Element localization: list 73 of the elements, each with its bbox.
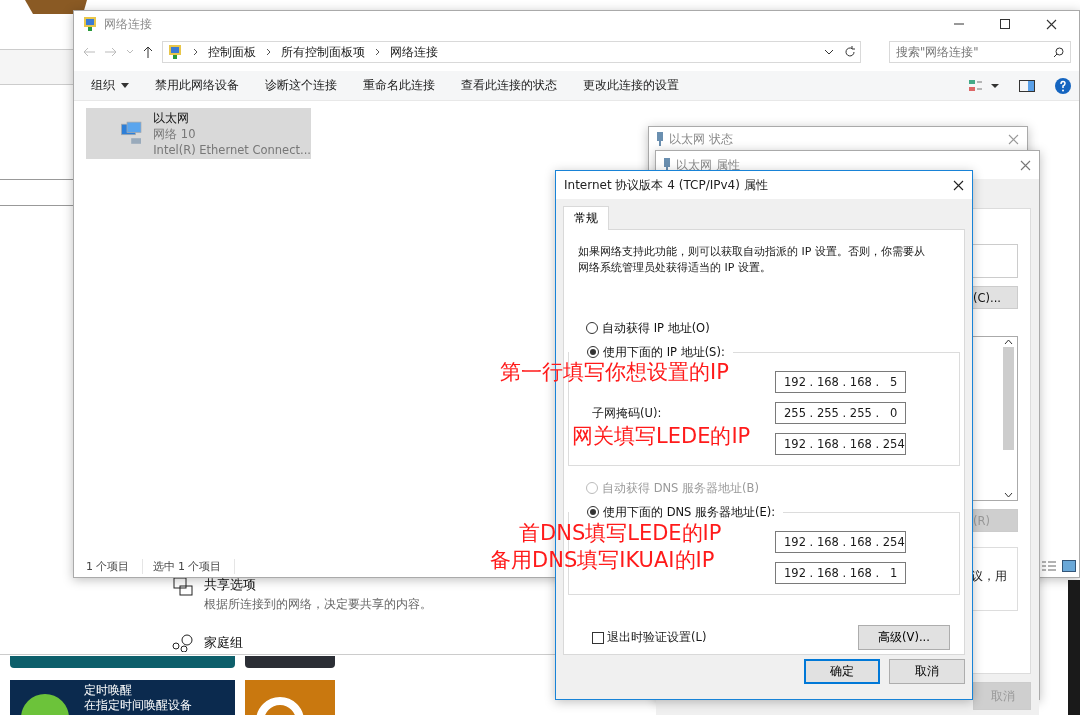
dialog-button[interactable]: 取消 <box>889 659 965 684</box>
toolbar-command[interactable]: 更改此连接的设置 <box>574 78 688 93</box>
large-icons-view-icon[interactable] <box>1062 560 1076 572</box>
connection-item[interactable]: 以太网 网络 10 Intel(R) Ethernet Connect... <box>86 108 311 159</box>
field-label: 子网掩码(U): <box>592 405 662 420</box>
toolbar-command[interactable]: 诊断这个连接 <box>256 78 346 93</box>
configure-button[interactable]: (C)... <box>970 286 1018 309</box>
maximize-icon[interactable] <box>1000 19 1010 29</box>
network-icon <box>167 44 183 60</box>
view-options-icon[interactable] <box>969 78 999 93</box>
preview-pane-icon[interactable] <box>1019 79 1035 92</box>
tile[interactable] <box>10 656 235 668</box>
scrollbar-thumb[interactable] <box>1003 347 1014 450</box>
printer-folder-icon <box>172 576 194 598</box>
chevron-right-icon[interactable] <box>193 48 198 56</box>
cable-icon <box>657 132 663 146</box>
chevron-down-icon[interactable] <box>824 48 834 56</box>
ip-field[interactable]: 255 . 255 . 255 . 0 <box>775 402 906 424</box>
window-title: 以太网 状态 <box>669 130 734 148</box>
section-title[interactable]: 共享选项 <box>204 576 432 594</box>
people-icon <box>172 634 194 652</box>
toolbar-command[interactable]: 禁用此网络设备 <box>146 78 248 93</box>
up-button[interactable] <box>142 45 154 59</box>
intro-text: 如果网络支持此功能，则可以获取自动指派的 IP 设置。否则，你需要从网络系统管理员处获得适当的 IP 设置。 <box>577 244 926 276</box>
breadcrumb-item[interactable]: 所有控制面板项 <box>281 43 365 61</box>
section-description: 根据所连接到的网络，决定要共享的内容。 <box>204 597 432 612</box>
network-name: 网络 10 <box>153 125 197 142</box>
toolbar-command[interactable]: 组织 <box>82 78 138 93</box>
cable-icon <box>664 158 670 172</box>
search-field[interactable]: 搜索"网络连接" <box>889 41 1071 63</box>
close-icon[interactable] <box>1045 18 1057 30</box>
address-bar[interactable]: 控制面板 所有控制面板项 网络连接 <box>162 41 861 63</box>
search-icon <box>1053 46 1064 58</box>
tile[interactable] <box>245 680 335 715</box>
dialog-button[interactable]: 确定 <box>804 659 880 684</box>
radio-label[interactable]: 使用下面的 DNS 服务器地址(E): <box>603 504 776 520</box>
tile-title: 定时唤醒 <box>84 683 133 698</box>
ip-field[interactable]: 192 . 168 . 168 . 5 <box>775 371 906 393</box>
breadcrumb-item[interactable]: 网络连接 <box>390 43 438 61</box>
scroll-up-icon[interactable] <box>1004 339 1013 345</box>
ip-field[interactable]: 192 . 168 . 168 . 1 <box>775 562 906 584</box>
radio-label[interactable]: 自动获得 IP 地址(O) <box>602 320 710 336</box>
window-title: 以太网 属性 <box>676 156 741 174</box>
radio-label[interactable]: 使用下面的 IP 地址(S): <box>603 344 725 360</box>
tile[interactable] <box>245 656 335 668</box>
section-title[interactable]: 家庭组 <box>204 634 243 652</box>
close-icon[interactable] <box>953 179 964 191</box>
refresh-icon[interactable] <box>844 46 856 58</box>
tile[interactable]: 定时唤醒 在指定时间唤醒设备 <box>10 680 235 715</box>
window-title: 网络连接 <box>104 15 153 33</box>
chevron-right-icon[interactable] <box>375 48 380 56</box>
validate-checkbox[interactable]: 退出时验证设置(L) <box>568 630 707 645</box>
chevron-right-icon[interactable] <box>266 48 271 56</box>
caret-icon <box>121 83 129 88</box>
annotation-text: 网关填写LEDE的IP <box>572 424 751 448</box>
toolbar-command[interactable]: 查看此连接的状态 <box>452 78 566 93</box>
toolbar-command[interactable]: 重命名此连接 <box>354 78 444 93</box>
network-icon <box>82 16 98 32</box>
tab[interactable]: 常规 <box>563 206 609 230</box>
connection-name: 以太网 <box>153 109 191 126</box>
dialog-title: Internet 协议版本 4 (TCP/IPv4) 属性 <box>564 176 769 194</box>
tile-subtitle: 在指定时间唤醒设备 <box>84 698 192 713</box>
advanced-button[interactable]: 高级(V)... <box>858 625 950 650</box>
scroll-down-icon[interactable] <box>1004 492 1013 498</box>
app-icon <box>20 693 70 715</box>
box-logo-icon <box>25 0 87 16</box>
status-text: 选中 1 个项目 <box>152 558 235 574</box>
help-icon[interactable] <box>1055 77 1071 94</box>
ip-field[interactable]: 192 . 168 . 168 . 254 <box>775 531 906 553</box>
status-text: 1 个项目 <box>86 558 143 574</box>
breadcrumb-item[interactable]: 控制面板 <box>208 43 256 61</box>
adapter-name: Intel(R) Ethernet Connect... <box>153 141 311 158</box>
ip-field[interactable]: 192 . 168 . 168 . 254 <box>775 433 906 455</box>
